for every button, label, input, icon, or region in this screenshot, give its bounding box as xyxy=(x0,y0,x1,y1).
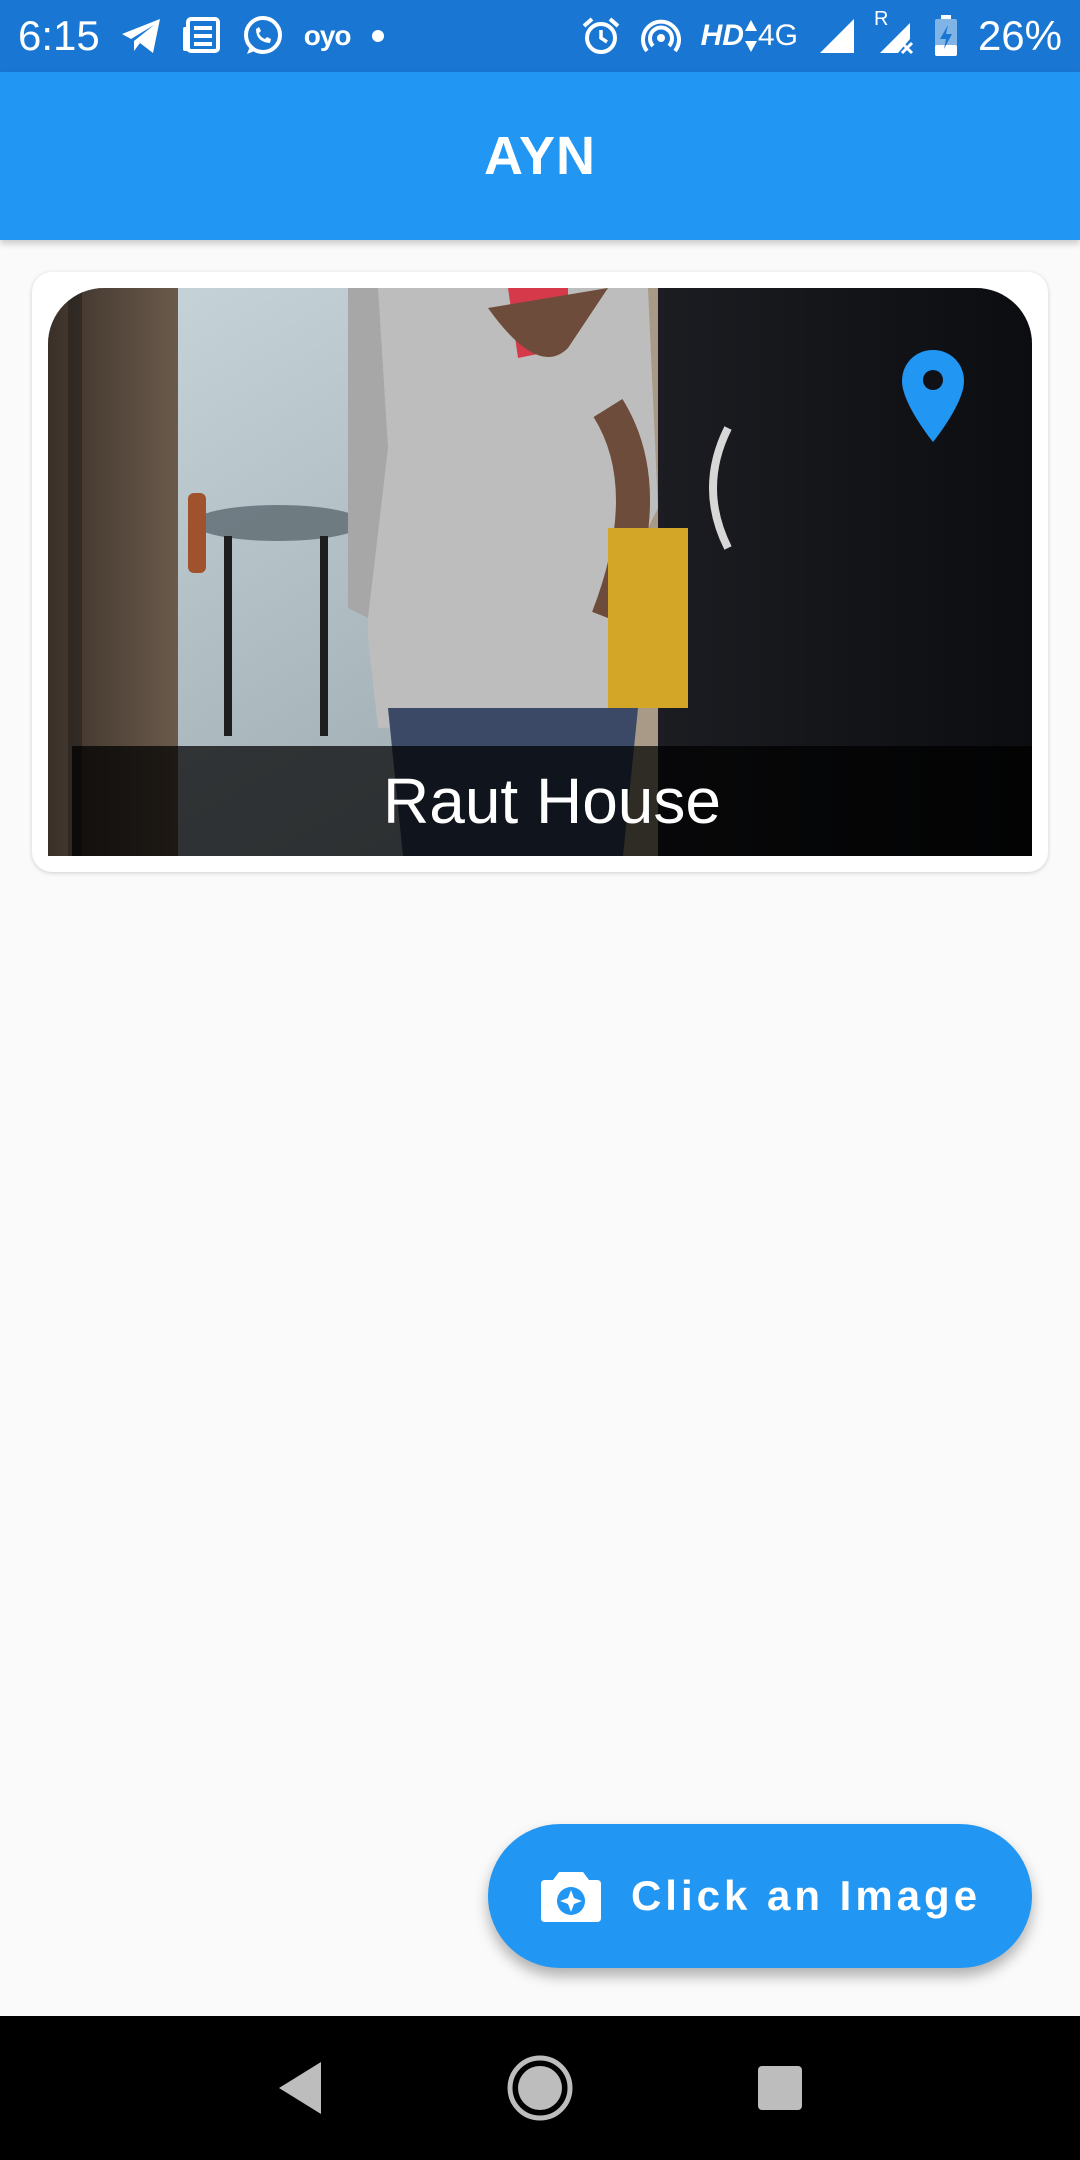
whatsapp-icon xyxy=(242,14,284,58)
battery-percent: 26% xyxy=(977,12,1062,59)
click-image-label: Click an Image xyxy=(630,1872,982,1919)
app-title: AYN xyxy=(483,126,597,186)
status-bar-left: 6:15 oyo xyxy=(18,12,385,60)
status-time: 6:15 xyxy=(18,12,100,59)
screen: 6:15 oyo HD 4G R 26% AYN Raut House Clic… xyxy=(0,0,1080,2160)
recents-button[interactable] xyxy=(735,2043,825,2133)
place-photo[interactable]: Raut House xyxy=(48,288,1032,856)
status-bar-right: HD 4G R 26% xyxy=(581,8,1062,60)
telegram-icon xyxy=(120,14,162,58)
network-indicator: HD 4G xyxy=(700,19,798,52)
battery-charging-icon xyxy=(934,14,958,58)
home-icon xyxy=(507,2055,573,2121)
oyo-icon: oyo xyxy=(303,20,352,51)
place-name: Raut House xyxy=(383,765,721,837)
camera-icon xyxy=(540,1872,601,1922)
hotspot-icon xyxy=(640,14,681,58)
place-card[interactable]: Raut House xyxy=(32,272,1048,872)
navigation-bar xyxy=(0,2016,1080,2160)
roaming-signal-icon: R xyxy=(874,8,914,58)
status-bar: 6:15 oyo HD 4G R 26% xyxy=(0,0,1080,72)
dot-icon xyxy=(371,14,385,58)
alarm-icon xyxy=(581,14,621,58)
signal-icon xyxy=(818,14,856,58)
click-image-button[interactable]: Click an Image xyxy=(488,1824,1032,1968)
back-button[interactable] xyxy=(255,2043,345,2133)
location-pin-icon[interactable] xyxy=(900,348,966,444)
app-bar: AYN xyxy=(0,72,1080,240)
caption-bar: Raut House xyxy=(72,746,1032,856)
home-button[interactable] xyxy=(495,2043,585,2133)
back-icon xyxy=(279,2062,321,2114)
recents-icon xyxy=(758,2066,802,2110)
news-icon xyxy=(182,14,222,58)
